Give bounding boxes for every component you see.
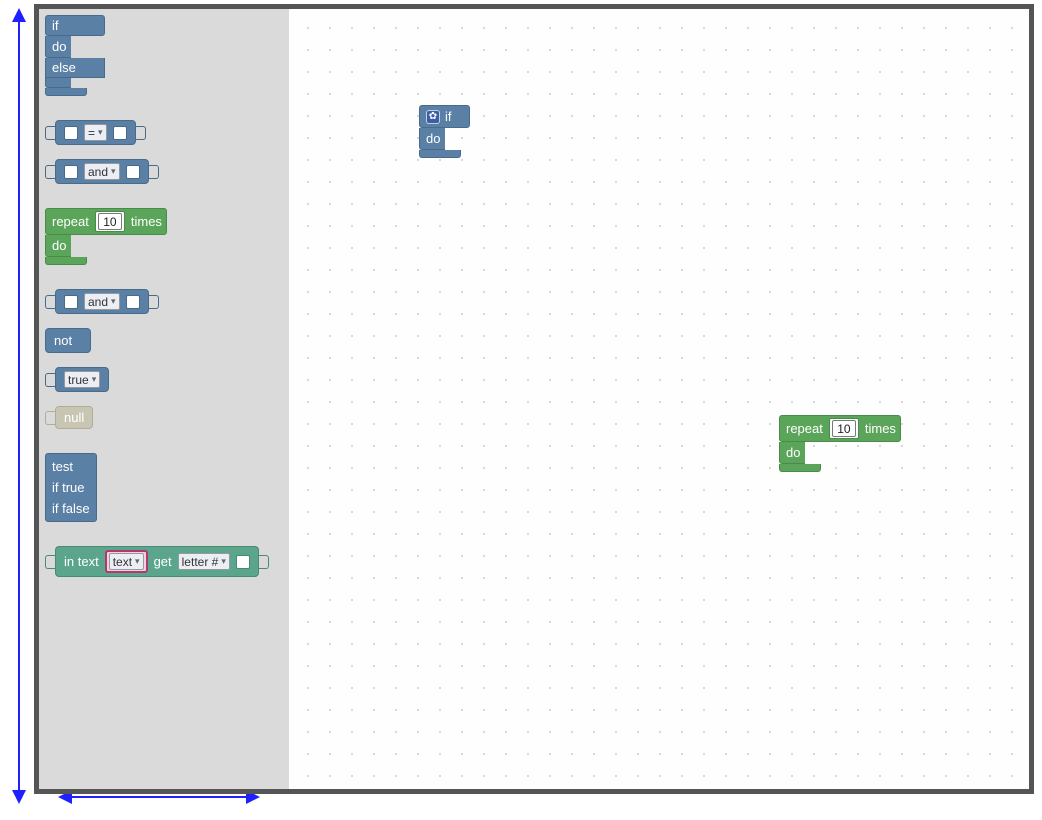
ws-block-if[interactable]: ✿ if do [419,105,477,158]
ws-if-do-label: do [426,131,440,146]
vertical-scroll-arrow-icon [18,10,20,802]
test-label: test [52,459,73,474]
ws-times-label: times [865,421,896,436]
get-label: get [154,554,172,569]
block-compare[interactable]: =▾ [45,120,283,145]
letter-index-slot[interactable] [236,555,250,569]
and2-op-value: and [88,295,108,309]
text-var-value: text [113,555,132,569]
block-not[interactable]: not [45,328,283,353]
compare-right-slot[interactable] [113,126,127,140]
repeat-do-label: do [52,238,66,253]
block-logic-and-2[interactable]: and▾ [45,289,283,314]
text-var-dropdown[interactable]: text▾ [109,553,144,570]
and2-op-dropdown[interactable]: and▾ [84,293,120,310]
compare-left-slot[interactable] [64,126,78,140]
and1-left-slot[interactable] [64,165,78,179]
ws-repeat-do-label: do [786,445,800,460]
boolean-value: true [68,373,89,387]
if-false-label: if false [52,501,90,516]
in-text-label: in text [64,554,99,569]
ws-if-label: if [445,109,452,124]
letter-mode-dropdown[interactable]: letter #▾ [178,553,230,570]
block-boolean[interactable]: true▾ [45,367,283,392]
horizontal-scroll-arrow-icon [60,796,258,798]
block-logic-and-1[interactable]: and▾ [45,159,283,184]
and1-op-value: and [88,165,108,179]
do-label: do [52,39,66,54]
toolbox-panel[interactable]: if do else [39,9,289,789]
and1-op-dropdown[interactable]: and▾ [84,163,120,180]
block-in-text-get[interactable]: in text text▾ get letter #▾ [45,546,283,577]
ws-repeat-count-input[interactable]: 10 [832,420,856,437]
gear-icon[interactable]: ✿ [426,110,440,124]
repeat-label: repeat [52,214,89,229]
and2-left-slot[interactable] [64,295,78,309]
workspace-canvas[interactable]: ✿ if do repeat 10 times do [289,9,1029,789]
not-label: not [54,333,72,348]
block-repeat[interactable]: repeat 10 times do [45,208,167,265]
else-label: else [52,60,76,75]
compare-op-value: = [88,126,95,140]
times-label: times [131,214,162,229]
block-if-do-else[interactable]: if do else [45,15,105,96]
ws-repeat-label: repeat [786,421,823,436]
repeat-count-input[interactable]: 10 [98,213,122,230]
and1-right-slot[interactable] [126,165,140,179]
if-true-label: if true [52,480,85,495]
ws-block-repeat[interactable]: repeat 10 times do [779,415,901,472]
compare-op-dropdown[interactable]: =▾ [84,124,107,141]
blockly-editor: if do else [34,4,1034,794]
boolean-dropdown[interactable]: true▾ [64,371,100,388]
if-label: if [52,18,59,33]
block-ternary[interactable]: test if true if false [45,453,97,522]
and2-right-slot[interactable] [126,295,140,309]
null-label: null [64,410,84,425]
letter-mode-value: letter # [182,555,219,569]
block-null[interactable]: null [45,406,283,429]
